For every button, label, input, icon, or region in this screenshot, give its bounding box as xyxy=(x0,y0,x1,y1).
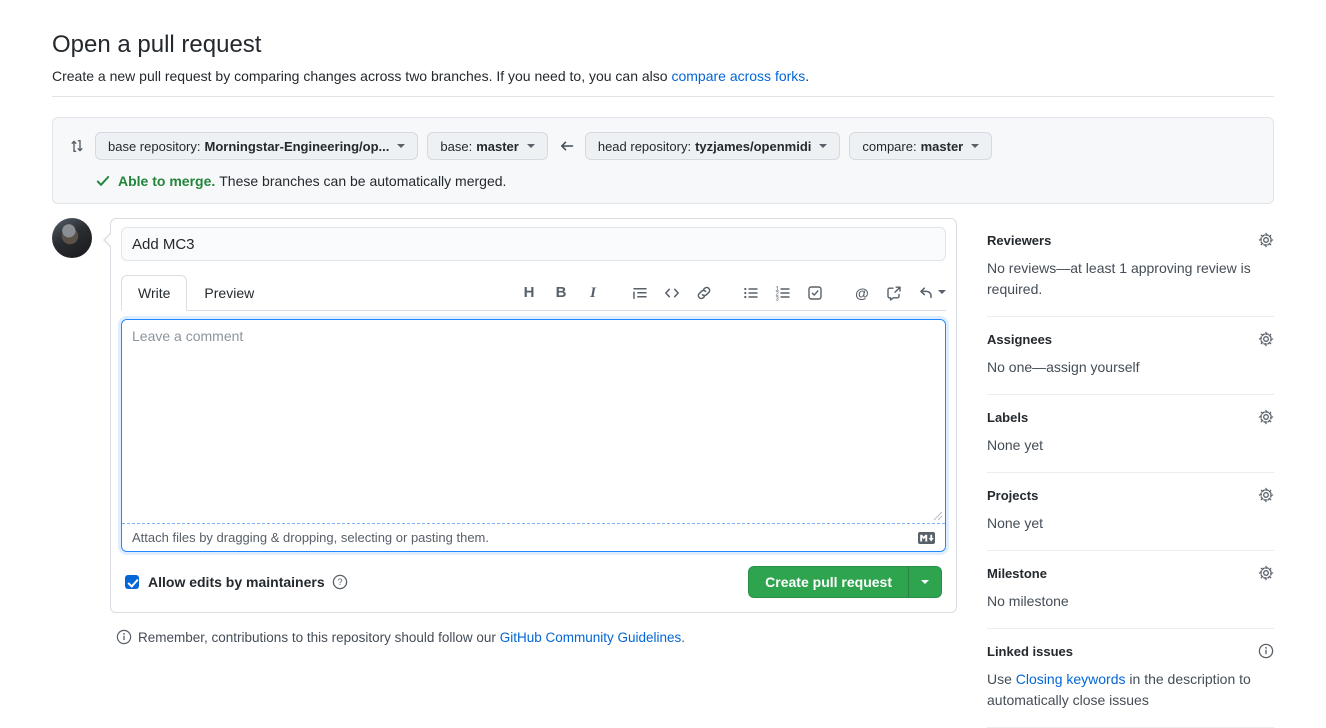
branch-selector-bar: base repository: Morningstar-Engineering/… xyxy=(52,117,1274,204)
page-subtitle: Create a new pull request by comparing c… xyxy=(52,66,1274,86)
task-list-icon[interactable] xyxy=(807,285,823,301)
sidebar-section-labels: Labels None yet xyxy=(987,395,1274,473)
assignees-body: No one—assign yourself xyxy=(987,357,1274,378)
pr-title-input[interactable] xyxy=(121,227,946,261)
tab-preview[interactable]: Preview xyxy=(187,275,271,311)
sidebar-section-projects: Projects None yet xyxy=(987,473,1274,551)
closing-keywords-link[interactable]: Closing keywords xyxy=(1016,671,1126,687)
merge-status-title: Able to merge. xyxy=(118,173,215,189)
attach-files-hint: Attach files by dragging & dropping, sel… xyxy=(132,530,489,545)
base-branch-dropdown[interactable]: base: master xyxy=(427,132,547,160)
base-repository-dropdown[interactable]: base repository: Morningstar-Engineering/… xyxy=(95,132,418,160)
create-pull-request-button[interactable]: Create pull request xyxy=(748,566,908,598)
base-repository-value: Morningstar-Engineering/op... xyxy=(205,139,390,154)
merge-status: Able to merge. These branches can be aut… xyxy=(95,173,1257,189)
git-compare-icon xyxy=(69,138,85,154)
chevron-down-icon xyxy=(397,144,405,152)
sidebar-section-milestone: Milestone No milestone xyxy=(987,551,1274,629)
milestone-body: No milestone xyxy=(987,591,1274,612)
gear-icon[interactable] xyxy=(1258,565,1274,581)
allow-edits-row[interactable]: Allow edits by maintainers ? xyxy=(125,574,348,590)
create-pr-button-group: Create pull request xyxy=(748,566,942,598)
reviewers-body: No reviews—at least 1 approving review i… xyxy=(987,258,1274,300)
milestone-title: Milestone xyxy=(987,566,1047,581)
community-guidelines-link[interactable]: GitHub Community Guidelines xyxy=(500,630,682,645)
merge-status-detail: These branches can be automatically merg… xyxy=(219,173,506,189)
mention-icon[interactable]: @ xyxy=(854,285,870,301)
avatar xyxy=(52,218,92,258)
italic-icon[interactable]: I xyxy=(585,285,601,301)
reply-icon[interactable] xyxy=(918,285,934,301)
bold-icon[interactable]: B xyxy=(553,285,569,301)
create-pr-options-button[interactable] xyxy=(908,566,942,598)
contribution-note-text: Remember, contributions to this reposito… xyxy=(138,630,500,645)
sidebar-section-assignees: Assignees No one—assign yourself xyxy=(987,317,1274,395)
pull-request-form-card: Write Preview H B I xyxy=(110,218,957,613)
compare-branch-dropdown[interactable]: compare: master xyxy=(849,132,992,160)
sidebar-section-linked-issues: Linked issues Use Closing keywords in th… xyxy=(987,629,1274,728)
markdown-toolbar: H B I xyxy=(505,285,946,310)
info-icon[interactable] xyxy=(1258,643,1274,659)
base-branch-label: base: xyxy=(440,139,472,154)
linked-issues-body: Use Closing keywords in the description … xyxy=(987,669,1274,711)
chevron-down-icon xyxy=(921,580,929,588)
compare-branch-label: compare: xyxy=(862,139,916,154)
linked-issues-text: Use xyxy=(987,671,1016,687)
header-divider xyxy=(52,96,1274,97)
chevron-down-icon xyxy=(971,144,979,152)
sidebar-section-reviewers: Reviewers No reviews—at least 1 approvin… xyxy=(987,218,1274,317)
labels-title: Labels xyxy=(987,410,1028,425)
head-repository-dropdown[interactable]: head repository: tyzjames/openmidi xyxy=(585,132,841,160)
projects-title: Projects xyxy=(987,488,1038,503)
comment-textarea[interactable] xyxy=(122,320,945,523)
head-repository-label: head repository: xyxy=(598,139,691,154)
attach-files-bar[interactable]: Attach files by dragging & dropping, sel… xyxy=(122,524,945,551)
compare-branch-value: master xyxy=(921,139,964,154)
svg-text:?: ? xyxy=(337,577,342,587)
assignees-title: Assignees xyxy=(987,332,1052,347)
gear-icon[interactable] xyxy=(1258,331,1274,347)
chevron-down-icon xyxy=(819,144,827,152)
pr-sidebar: Reviewers No reviews—at least 1 approvin… xyxy=(987,218,1274,728)
resize-grip-icon[interactable] xyxy=(933,511,943,521)
projects-body: None yet xyxy=(987,513,1274,534)
svg-text:3: 3 xyxy=(775,296,779,301)
comment-tabs: Write Preview H B I xyxy=(121,275,946,311)
link-icon[interactable] xyxy=(696,285,712,301)
subtitle-text: Create a new pull request by comparing c… xyxy=(52,68,671,84)
allow-edits-checkbox[interactable] xyxy=(125,575,139,589)
page-title: Open a pull request xyxy=(52,30,1274,60)
question-icon[interactable]: ? xyxy=(332,574,348,590)
comment-editor: Attach files by dragging & dropping, sel… xyxy=(121,319,946,552)
gear-icon[interactable] xyxy=(1258,409,1274,425)
code-icon[interactable] xyxy=(664,285,680,301)
labels-body: None yet xyxy=(987,435,1274,456)
arrow-left-icon xyxy=(559,138,575,154)
ordered-list-icon[interactable]: 123 xyxy=(775,285,791,301)
allow-edits-label: Allow edits by maintainers xyxy=(148,574,325,590)
subtitle-period: . xyxy=(805,68,809,84)
info-icon xyxy=(116,629,132,645)
check-icon xyxy=(95,173,111,189)
chevron-down-icon[interactable] xyxy=(938,290,946,298)
contribution-note-period: . xyxy=(681,630,685,645)
markdown-icon[interactable] xyxy=(918,532,935,544)
gear-icon[interactable] xyxy=(1258,232,1274,248)
contribution-note: Remember, contributions to this reposito… xyxy=(116,629,957,645)
base-branch-value: master xyxy=(476,139,519,154)
unordered-list-icon[interactable] xyxy=(743,285,759,301)
tab-write[interactable]: Write xyxy=(121,275,187,311)
chevron-down-icon xyxy=(527,144,535,152)
cross-reference-icon[interactable] xyxy=(886,285,902,301)
linked-issues-title: Linked issues xyxy=(987,644,1073,659)
gear-icon[interactable] xyxy=(1258,487,1274,503)
reviewers-title: Reviewers xyxy=(987,233,1051,248)
open-pull-request-page: Open a pull request Create a new pull re… xyxy=(0,0,1326,728)
quote-icon[interactable] xyxy=(632,285,648,301)
head-repository-value: tyzjames/openmidi xyxy=(695,139,811,154)
base-repository-label: base repository: xyxy=(108,139,201,154)
heading-icon[interactable]: H xyxy=(521,285,537,301)
compare-across-forks-link[interactable]: compare across forks xyxy=(671,68,805,84)
